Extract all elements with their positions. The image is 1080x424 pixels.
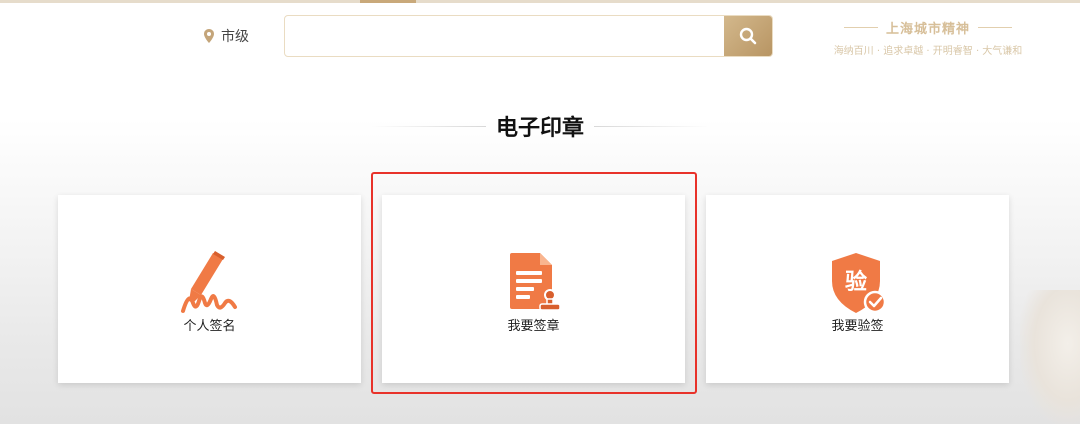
top-nav-bar bbox=[0, 0, 1080, 3]
search-box bbox=[284, 15, 773, 57]
card-label: 我要验签 bbox=[831, 319, 884, 334]
highlight-frame bbox=[371, 172, 697, 394]
section-divider-right bbox=[594, 125, 711, 127]
top-nav-active-indicator bbox=[360, 0, 416, 3]
card-label: 个人签名 bbox=[183, 319, 236, 334]
slogan-subtitle: 海纳百川 · 追求卓越 · 开明睿智 · 大气谦和 bbox=[833, 46, 1023, 57]
section-divider-left bbox=[370, 125, 486, 127]
search-icon bbox=[739, 27, 757, 45]
section-title: 电子印章 bbox=[496, 116, 585, 141]
location-selector[interactable]: 市级 bbox=[203, 26, 249, 46]
background-decoration bbox=[1020, 290, 1080, 424]
card-verify-signature[interactable]: 验 我要验签 bbox=[706, 195, 1009, 383]
location-label: 市级 bbox=[221, 29, 249, 45]
slogan-divider bbox=[843, 27, 878, 28]
shield-icon-text: 验 bbox=[844, 269, 866, 295]
city-slogan: 上海城市精神 海纳百川 · 追求卓越 · 开明睿智 · 大气谦和 bbox=[822, 18, 1034, 57]
slogan-title: 上海城市精神 bbox=[885, 22, 970, 37]
shield-verify-icon: 验 bbox=[831, 253, 886, 314]
pen-signature-icon bbox=[180, 251, 237, 313]
location-pin-icon bbox=[204, 29, 214, 43]
search-input[interactable] bbox=[285, 16, 724, 56]
search-button[interactable] bbox=[724, 16, 772, 56]
card-personal-signature[interactable]: 个人签名 bbox=[58, 195, 361, 383]
slogan-divider bbox=[978, 27, 1012, 28]
section-header: 电子印章 bbox=[370, 110, 711, 142]
